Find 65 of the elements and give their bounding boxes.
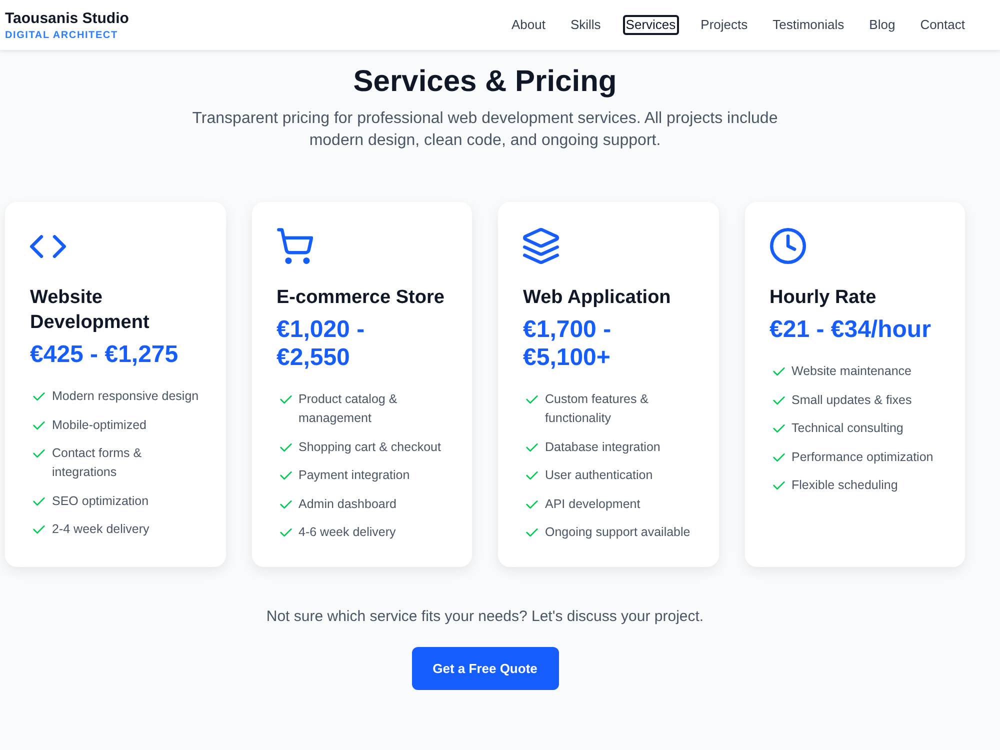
page-title: Services & Pricing xyxy=(353,64,617,100)
check-icon xyxy=(33,525,45,534)
logo-title[interactable]: Taousanis Studio xyxy=(5,10,129,28)
feature-text: 2-4 week delivery xyxy=(52,521,150,538)
feature-text: Contact forms & integrations xyxy=(52,445,143,481)
logo-tagline: DIGITAL ARCHITECT xyxy=(5,30,118,42)
nav-link[interactable]: Contact xyxy=(917,15,968,35)
check-icon xyxy=(280,395,292,404)
code-icon xyxy=(30,234,66,258)
check-icon xyxy=(33,496,45,506)
check-icon xyxy=(772,396,784,404)
feature-text: Modern responsive design xyxy=(52,388,199,405)
check-icon xyxy=(280,442,292,452)
check-icon xyxy=(280,528,292,537)
clock-icon xyxy=(770,228,806,264)
feature-text: Ongoing support available xyxy=(545,524,690,541)
feature-text: API development xyxy=(545,496,640,513)
nav-link[interactable]: Testimonials xyxy=(770,15,848,35)
cart-icon xyxy=(276,228,312,264)
feature-text: Product catalog & management xyxy=(298,391,398,427)
quote-button[interactable]: Get a Free Quote xyxy=(412,647,558,690)
check-icon xyxy=(33,449,45,458)
service-price: €425 - €1,275 xyxy=(30,341,178,369)
feature-text: Payment integration xyxy=(298,467,410,484)
service-title: Hourly Rate xyxy=(770,286,876,310)
check-icon xyxy=(526,442,538,452)
check-icon xyxy=(33,420,45,430)
feature-text: Technical consulting xyxy=(792,420,904,437)
feature-text: User authentication xyxy=(545,467,653,484)
service-price: €21 - €34/hour xyxy=(770,316,931,344)
feature-text: Database integration xyxy=(545,438,660,456)
feature-text: Performance optimization xyxy=(792,448,934,466)
feature-text: 4-6 week delivery xyxy=(298,524,396,541)
nav-link[interactable]: About xyxy=(508,15,548,35)
check-icon xyxy=(772,424,784,433)
service-title: Web Application xyxy=(523,286,671,310)
check-icon xyxy=(772,367,784,376)
check-icon xyxy=(280,500,292,508)
service-title: Website Development xyxy=(30,286,150,335)
feature-text: Flexible scheduling xyxy=(792,477,898,494)
service-title: E-commerce Store xyxy=(276,286,444,310)
check-icon xyxy=(280,471,292,480)
feature-text: Custom features & functionality xyxy=(545,391,650,427)
nav-link[interactable]: Skills xyxy=(567,15,604,35)
check-icon xyxy=(526,500,538,508)
cta-text: Not sure which service fits your needs? Let's discuss your project. xyxy=(266,607,704,627)
check-icon xyxy=(772,452,784,462)
feature-text: Website maintenance xyxy=(792,363,912,380)
check-icon xyxy=(772,481,784,490)
check-icon xyxy=(33,392,45,401)
feature-text: Shopping cart & checkout xyxy=(298,438,441,456)
check-icon xyxy=(526,395,538,404)
nav-link[interactable]: Services xyxy=(622,15,679,35)
feature-text: SEO optimization xyxy=(52,492,149,510)
nav-link[interactable]: Blog xyxy=(866,15,898,35)
feature-text: Admin dashboard xyxy=(298,496,396,512)
service-price: €1,700 - €5,100+ xyxy=(523,316,612,372)
check-icon xyxy=(526,471,538,480)
nav-link[interactable]: Projects xyxy=(698,15,751,35)
page-subtitle: Transparent pricing for professional web development services. All projects include modern design, clean code, and ongoing support. xyxy=(191,109,779,151)
feature-text: Small updates & fixes xyxy=(792,392,912,409)
check-icon xyxy=(526,528,538,537)
service-price: €1,020 - €2,550 xyxy=(276,316,366,372)
feature-text: Mobile-optimized xyxy=(52,416,146,434)
layers-icon xyxy=(523,228,559,264)
